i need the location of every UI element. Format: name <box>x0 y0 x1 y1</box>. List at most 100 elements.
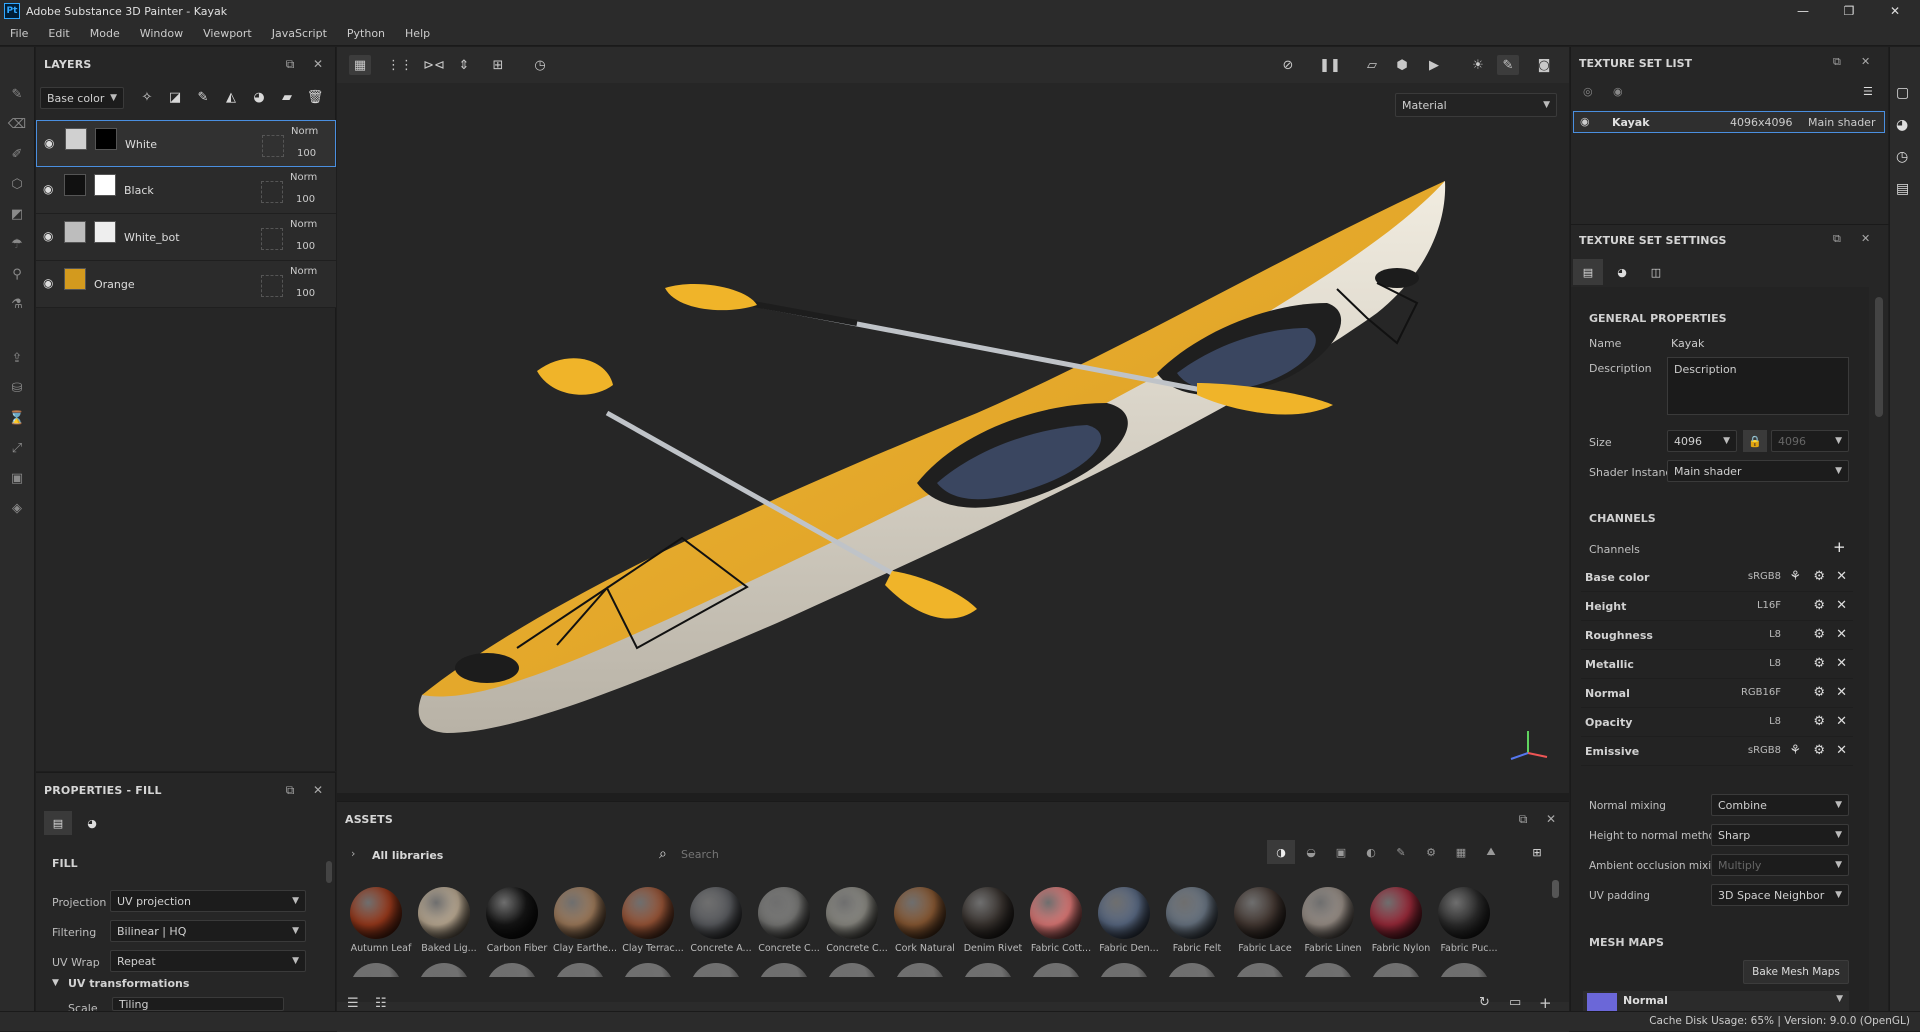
visibility-all-icon[interactable]: ◎ <box>1583 85 1593 98</box>
material-item[interactable] <box>962 963 1014 977</box>
material-item[interactable] <box>350 963 402 977</box>
clone-icon[interactable]: ⚲ <box>6 263 28 285</box>
channel-settings-icon[interactable]: ⚙ <box>1813 714 1825 729</box>
filter-materials-icon[interactable]: ◑ <box>1267 840 1295 864</box>
delete-layer-icon[interactable]: 🗑 <box>305 87 325 107</box>
material-item[interactable] <box>1302 963 1354 977</box>
eye-icon[interactable]: ◉ <box>43 182 59 196</box>
material-item[interactable]: Baked Lig... <box>415 887 477 954</box>
mask-slot[interactable] <box>261 275 283 297</box>
color-picker-icon[interactable]: ⚗ <box>6 293 28 315</box>
mesh-map-item[interactable]: Normal ▼ <box>1583 991 1849 1011</box>
filter-smart-materials-icon[interactable]: ◒ <box>1297 840 1325 864</box>
material-item[interactable]: Fabric Den... <box>1095 887 1159 954</box>
fill-tab-icon[interactable]: ▤ <box>44 811 72 835</box>
transform-icon[interactable]: ⤢ <box>6 437 28 459</box>
material-item[interactable]: Carbon Fiber <box>483 887 547 954</box>
menu-help[interactable]: Help <box>395 27 440 40</box>
menu-viewport[interactable]: Viewport <box>193 27 262 40</box>
eye-icon[interactable]: ◉ <box>1613 85 1623 98</box>
geometry-mask-icon[interactable]: ⬡ <box>6 173 28 195</box>
eye-icon[interactable]: ◉ <box>43 229 59 243</box>
add-folder-icon[interactable]: ▰ <box>277 87 297 107</box>
grid-select-icon[interactable]: ▦ <box>349 55 371 75</box>
remove-channel-icon[interactable]: ✕ <box>1836 743 1847 758</box>
properties-scrollbar[interactable] <box>326 861 332 883</box>
shader-instance-select[interactable]: Main shader ▼ <box>1667 460 1849 482</box>
hide-icon[interactable]: ⊘ <box>1277 55 1299 75</box>
channel-settings-icon[interactable]: ⚙ <box>1813 569 1825 584</box>
screenshot-icon[interactable]: ◙ <box>1533 55 1555 75</box>
layer-opacity[interactable]: 100 <box>296 241 315 252</box>
mirror-x-icon[interactable]: ⊳⊲ <box>423 55 445 75</box>
float-panel-icon[interactable]: ⧉ <box>1833 232 1841 246</box>
assets-scrollbar[interactable] <box>1552 880 1559 898</box>
blend-mode[interactable]: Norm <box>290 219 317 230</box>
viewport[interactable]: ▦ ⋮⋮ ⊳⊲ ⇕ ⊞ ◷ ⊘ ❚❚ ▱ ⬢ ▶ ☀ ✎ ◙ Material … <box>337 47 1569 793</box>
channel-format[interactable]: RGB16F <box>1741 687 1781 698</box>
blend-mode[interactable]: Norm <box>291 126 318 137</box>
layer-row[interactable]: ◉ White_bot Norm 100 <box>36 214 336 261</box>
material-item[interactable] <box>1098 963 1150 977</box>
material-item[interactable] <box>418 963 470 977</box>
collapse-chevron-icon[interactable]: ▼ <box>52 978 59 988</box>
close-panel-icon[interactable]: ✕ <box>1861 55 1870 68</box>
polygon-fill-icon[interactable]: ◩ <box>6 203 28 225</box>
material-tab-icon[interactable]: ◕ <box>78 811 106 835</box>
close-panel-icon[interactable]: ✕ <box>1861 232 1870 245</box>
material-item[interactable] <box>1438 963 1490 977</box>
bake-mesh-icon[interactable]: ▣ <box>6 467 28 489</box>
display-settings-icon[interactable]: ▢ <box>1896 85 1909 101</box>
filter-particles-icon[interactable]: ⚙ <box>1417 840 1445 864</box>
projection-icon[interactable]: ✐ <box>6 143 28 165</box>
pause-icon[interactable]: ❚❚ <box>1319 55 1341 75</box>
close-window-button[interactable]: ✕ <box>1872 0 1918 22</box>
frame-icon[interactable]: ⊞ <box>487 55 509 75</box>
filter-brushes-icon[interactable]: ✎ <box>1387 840 1415 864</box>
remove-channel-icon[interactable]: ✕ <box>1836 714 1847 729</box>
channel-format[interactable]: L16F <box>1757 600 1781 611</box>
layer-opacity[interactable]: 100 <box>296 288 315 299</box>
layer-row[interactable]: ◉ Black Norm 100 <box>36 167 336 214</box>
eraser-icon[interactable]: ⌫ <box>6 113 28 135</box>
channel-settings-icon[interactable]: ⚙ <box>1813 685 1825 700</box>
material-item[interactable]: Fabric Felt <box>1163 887 1221 954</box>
menu-icon[interactable]: ☰ <box>1863 85 1873 98</box>
close-panel-icon[interactable]: ✕ <box>310 782 326 798</box>
axis-gizmo-icon[interactable] <box>1503 723 1553 763</box>
channel-select[interactable]: Base color ▼ <box>40 87 124 109</box>
scale-select[interactable]: Tiling <box>112 997 284 1011</box>
sort-icon[interactable]: ☰ <box>347 996 359 1011</box>
description-field[interactable]: Description <box>1667 357 1849 415</box>
material-item[interactable]: Fabric Puc... <box>1435 887 1498 954</box>
remove-channel-icon[interactable]: ✕ <box>1836 627 1847 642</box>
float-panel-icon[interactable]: ⧉ <box>1833 55 1841 69</box>
folder-icon[interactable]: ▭ <box>1509 995 1521 1010</box>
channel-format[interactable]: L8 <box>1769 629 1781 640</box>
menu-javascript[interactable]: JavaScript <box>262 27 337 40</box>
mask-slot[interactable] <box>262 135 284 157</box>
material-item[interactable] <box>1166 963 1218 977</box>
layer-opacity[interactable]: 100 <box>296 194 315 205</box>
uvwrap-select[interactable]: Repeat ▼ <box>110 950 306 972</box>
uv-padding-select[interactable]: 3D Space Neighbor ▼ <box>1711 884 1849 906</box>
menu-edit[interactable]: Edit <box>38 27 79 40</box>
remove-channel-icon[interactable]: ✕ <box>1836 656 1847 671</box>
height-to-normal-select[interactable]: Sharp ▼ <box>1711 824 1849 846</box>
add-smart-material-icon[interactable]: ◕ <box>249 87 269 107</box>
lighting-icon[interactable]: ☀ <box>1467 55 1489 75</box>
blend-mode[interactable]: Norm <box>290 172 317 183</box>
material-item[interactable]: Clay Earthe... <box>551 887 617 954</box>
material-item[interactable]: Cork Natural <box>891 887 955 954</box>
chevron-right-icon[interactable]: › <box>351 847 355 860</box>
log-icon[interactable]: ▤ <box>1896 181 1909 197</box>
material-item[interactable]: Fabric Cott... <box>1027 887 1091 954</box>
view-2d-icon[interactable]: ▱ <box>1361 55 1383 75</box>
shader-settings-icon[interactable]: ◕ <box>1896 117 1908 133</box>
shader-tab-icon[interactable]: ◕ <box>1607 259 1637 285</box>
material-item[interactable]: Fabric Lace <box>1231 887 1292 954</box>
remove-channel-icon[interactable]: ✕ <box>1836 685 1847 700</box>
mirror-y-icon[interactable]: ⇕ <box>453 55 475 75</box>
search-input[interactable] <box>677 842 1097 866</box>
blend-mode[interactable]: Norm <box>290 266 317 277</box>
